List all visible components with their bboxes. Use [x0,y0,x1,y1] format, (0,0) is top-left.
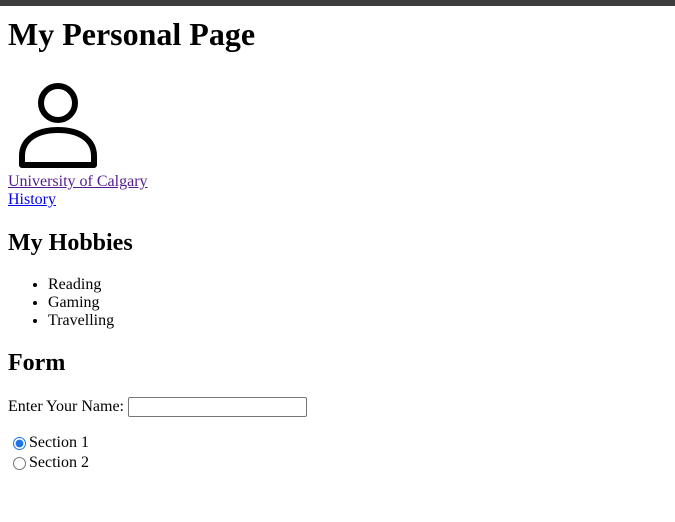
name-label: Enter Your Name: [8,398,124,415]
radio-option-section-2[interactable]: Section 2 [12,453,89,473]
section-2-label: Section 2 [29,454,89,471]
page-title: My Personal Page [8,16,256,52]
form-heading: Form [8,350,66,376]
link-university-of-calgary[interactable]: University of Calgary [8,173,148,191]
name-row: Enter Your Name: [8,396,307,418]
hobbies-heading: My Hobbies [8,230,133,256]
list-item: Reading [48,276,114,294]
link-history[interactable]: History [8,191,56,209]
section-1-radio[interactable] [13,436,26,450]
browser-top-bar [0,0,675,6]
list-item: Gaming [48,294,114,312]
section-1-label: Section 1 [29,434,89,451]
user-icon [18,78,98,168]
hobbies-list: Reading Gaming Travelling [8,276,114,330]
radio-option-section-1[interactable]: Section 1 [12,433,89,453]
name-input[interactable] [127,397,307,417]
list-item: Travelling [48,312,114,330]
section-2-radio[interactable] [13,456,26,470]
